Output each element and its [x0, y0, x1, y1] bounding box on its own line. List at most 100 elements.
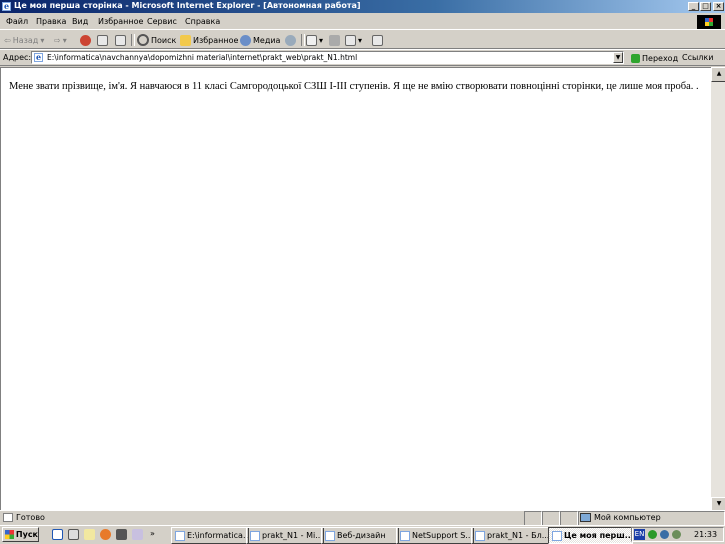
task-label: E:\informatica... — [187, 531, 249, 540]
toolbar-separator — [301, 34, 305, 46]
address-input[interactable]: E:\informatica\navchannya\dopomizhni mat… — [31, 51, 624, 64]
language-indicator[interactable]: EN — [634, 529, 645, 540]
address-value[interactable]: E:\informatica\navchannya\dopomizhni mat… — [47, 53, 357, 62]
favorites-icon — [180, 34, 191, 46]
zone-text: Мой компьютер — [594, 513, 661, 522]
print-icon — [329, 34, 340, 46]
stop-icon — [80, 34, 91, 46]
edit-button[interactable]: ▾ — [345, 34, 362, 46]
chevron-down-icon: ▾ — [358, 35, 363, 45]
refresh-icon — [97, 34, 108, 46]
go-label: Переход — [642, 53, 679, 63]
ie-quicklaunch-icon[interactable] — [52, 529, 63, 540]
windows-logo-icon — [697, 15, 721, 29]
word-icon — [250, 530, 260, 541]
links-button[interactable]: Ссылки — [682, 53, 713, 62]
task-label: prakt_N1 - Mi... — [262, 531, 323, 540]
history-icon — [285, 34, 296, 46]
maximize-button[interactable]: □ — [700, 2, 711, 11]
back-arrow-icon: ⇦ — [4, 35, 11, 45]
close-button[interactable]: × — [713, 2, 724, 11]
discuss-icon — [372, 34, 383, 46]
windows-logo-icon — [5, 530, 14, 539]
search-icon — [137, 34, 149, 46]
media-label: Медиа — [253, 35, 281, 45]
firefox-quicklaunch-icon[interactable] — [100, 529, 111, 540]
page-paragraph: Мене звати прізвище, ім'я. Я навчаюся в … — [9, 81, 699, 92]
print-button[interactable] — [329, 34, 340, 46]
favorites-label: Избранное — [193, 35, 239, 45]
status-panel — [542, 511, 560, 526]
status-text: Готово — [16, 513, 45, 522]
ie-icon — [552, 530, 562, 541]
desktop-quicklaunch-icon[interactable] — [68, 529, 79, 540]
task-label: Веб-дизайн — [337, 531, 386, 540]
task-explorer[interactable]: E:\informatica... — [171, 527, 249, 544]
task-label: NetSupport S... — [412, 531, 473, 540]
menu-view[interactable]: Вид — [72, 17, 88, 26]
start-button[interactable]: Пуск — [2, 527, 39, 542]
task-notepad[interactable]: prakt_N1 - Бл... — [471, 527, 551, 544]
folder-icon — [175, 530, 185, 541]
search-label: Поиск — [151, 35, 177, 45]
app-quicklaunch-icon[interactable] — [132, 529, 143, 540]
window-title: Це моя перша сторінка - Microsoft Intern… — [14, 1, 361, 10]
task-word[interactable]: prakt_N1 - Mi... — [246, 527, 324, 544]
tray-icon[interactable] — [672, 530, 681, 539]
toolbar-separator — [131, 34, 135, 46]
minimize-button[interactable]: _ — [688, 2, 699, 11]
discuss-button[interactable] — [372, 34, 383, 46]
address-dropdown-button[interactable]: ▼ — [613, 52, 623, 63]
go-arrow-icon — [631, 53, 640, 63]
search-button[interactable]: Поиск — [137, 34, 176, 46]
back-label: Назад — [12, 35, 39, 45]
menu-bar: Файл Правка Вид Избранное Сервис Справка — [0, 14, 725, 30]
menu-favorites[interactable]: Избранное — [98, 17, 143, 26]
menu-edit[interactable]: Правка — [36, 17, 66, 26]
chevron-down-icon: ▾ — [62, 35, 67, 45]
scroll-up-button[interactable]: ▲ — [711, 67, 725, 82]
page-icon — [34, 52, 43, 62]
history-button[interactable] — [285, 34, 296, 46]
address-label: Адрес: — [3, 53, 32, 62]
home-icon — [115, 34, 126, 46]
chevron-down-icon: ▾ — [319, 35, 324, 45]
menu-tools[interactable]: Сервис — [147, 17, 177, 26]
quicklaunch-chevron-icon[interactable]: » — [150, 529, 158, 540]
task-ie-active[interactable]: Це моя перш... — [548, 527, 633, 544]
task-web-design[interactable]: Веб-дизайн — [321, 527, 399, 544]
task-label: prakt_N1 - Бл... — [487, 531, 550, 540]
task-netsupport[interactable]: NetSupport S... — [396, 527, 474, 544]
chevron-down-icon: ▾ — [40, 35, 45, 45]
vertical-scrollbar[interactable]: ▲ ▼ — [711, 67, 725, 512]
computer-icon — [580, 513, 591, 522]
forward-arrow-icon: ⇨ — [54, 35, 61, 45]
app-icon — [325, 530, 335, 541]
start-label: Пуск — [15, 530, 38, 539]
app-quicklaunch-icon[interactable] — [116, 529, 127, 540]
clock: 21:33 — [694, 530, 718, 539]
notepad-icon — [475, 530, 485, 541]
media-button[interactable]: Медиа — [240, 34, 280, 46]
tray-icon[interactable] — [660, 530, 669, 539]
outlook-quicklaunch-icon[interactable] — [84, 529, 95, 540]
page-content: Мене звати прізвище, ім'я. Я навчаюся в … — [0, 67, 711, 510]
stop-button[interactable] — [80, 34, 91, 46]
task-label: Це моя перш... — [564, 531, 633, 540]
menu-help[interactable]: Справка — [185, 17, 220, 26]
favorites-button[interactable]: Избранное — [180, 34, 238, 46]
home-button[interactable] — [115, 34, 126, 46]
menu-file[interactable]: Файл — [6, 17, 28, 26]
refresh-button[interactable] — [97, 34, 108, 46]
network-tray-icon[interactable] — [648, 530, 657, 539]
mail-button[interactable]: ▾ — [306, 34, 323, 46]
toolbar: ⇦ Назад ▾ ⇨ ▾ Поиск Избранное Медиа ▾ ▾ — [0, 31, 725, 49]
go-button[interactable]: Переход — [631, 52, 678, 64]
back-button[interactable]: ⇦ Назад ▾ — [4, 34, 44, 46]
media-icon — [240, 34, 251, 46]
page-status-icon — [3, 513, 13, 522]
ie-icon[interactable] — [2, 1, 11, 11]
forward-button[interactable]: ⇨ ▾ — [54, 34, 67, 46]
status-panel — [524, 511, 542, 526]
netsupport-icon — [400, 530, 410, 541]
